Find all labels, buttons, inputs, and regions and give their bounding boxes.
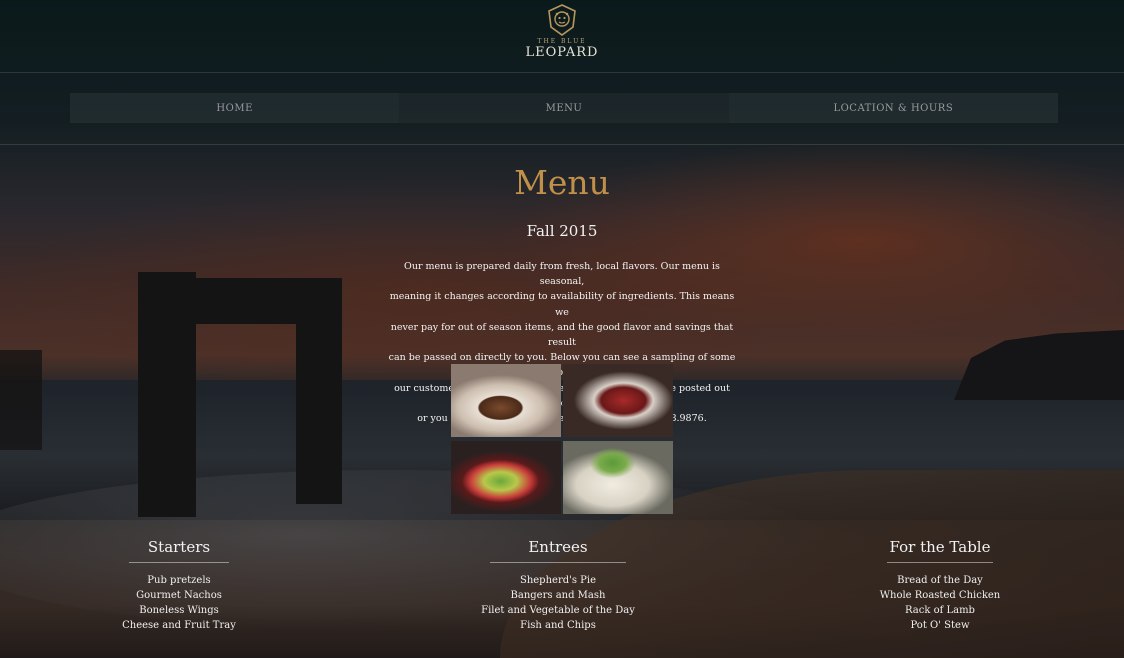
section-divider	[887, 562, 993, 563]
section-title: Starters	[147, 538, 211, 556]
food-photo-2	[563, 364, 673, 437]
nav-location-hours[interactable]: LOCATION & HOURS	[729, 93, 1058, 123]
menu-item: Filet and Vegetable of the Day	[481, 605, 635, 616]
section-title: Entrees	[528, 538, 588, 556]
menu-item: Gourmet Nachos	[136, 590, 222, 601]
intro-line: meaning it changes according to availabi…	[389, 291, 735, 318]
intro-line: Our menu is prepared daily from fresh, l…	[404, 261, 720, 288]
food-photo-grid	[451, 364, 673, 514]
menu-item: Bread of the Day	[897, 575, 983, 586]
page-title: Menu	[514, 163, 610, 202]
menu-section-for-the-table: For the Table Bread of the Day Whole Roa…	[870, 538, 1010, 633]
nav-menu[interactable]: MENU	[399, 93, 729, 123]
menu-item: Rack of Lamb	[905, 605, 975, 616]
intro-line: never pay for out of season items, and t…	[390, 321, 734, 349]
section-title: For the Table	[889, 538, 991, 556]
menu-item: Cheese and Fruit Tray	[122, 620, 236, 631]
nav-home[interactable]: HOME	[70, 93, 399, 123]
menu-item: Pot O' Stew	[910, 620, 970, 631]
menu-item: Fish and Chips	[520, 620, 596, 631]
menu-item: Shepherd's Pie	[519, 575, 597, 586]
menu-item: Boneless Wings	[139, 605, 219, 616]
food-photo-1	[451, 364, 561, 437]
food-photo-3	[451, 441, 561, 514]
menu-item: Whole Roasted Chicken	[879, 590, 1001, 601]
season-subtitle: Fall 2015	[526, 222, 598, 240]
logo-tagline: THE BLUE	[537, 38, 587, 45]
section-divider	[490, 562, 626, 563]
food-photo-4	[563, 441, 673, 514]
leopard-crest-icon[interactable]	[545, 3, 579, 37]
menu-item: Bangers and Mash	[510, 590, 606, 601]
site-header: THE BLUE LEOPARD	[0, 0, 1124, 73]
menu-section-starters: Starters Pub pretzels Gourmet Nachos Bon…	[109, 538, 249, 633]
menu-item: Pub pretzels	[147, 575, 211, 586]
section-divider	[129, 562, 229, 563]
logo-name[interactable]: LEOPARD	[0, 45, 1124, 60]
menu-section-entrees: Entrees Shepherd's Pie Bangers and Mash …	[472, 538, 644, 633]
main-nav: HOME MENU LOCATION & HOURS	[70, 93, 1058, 123]
